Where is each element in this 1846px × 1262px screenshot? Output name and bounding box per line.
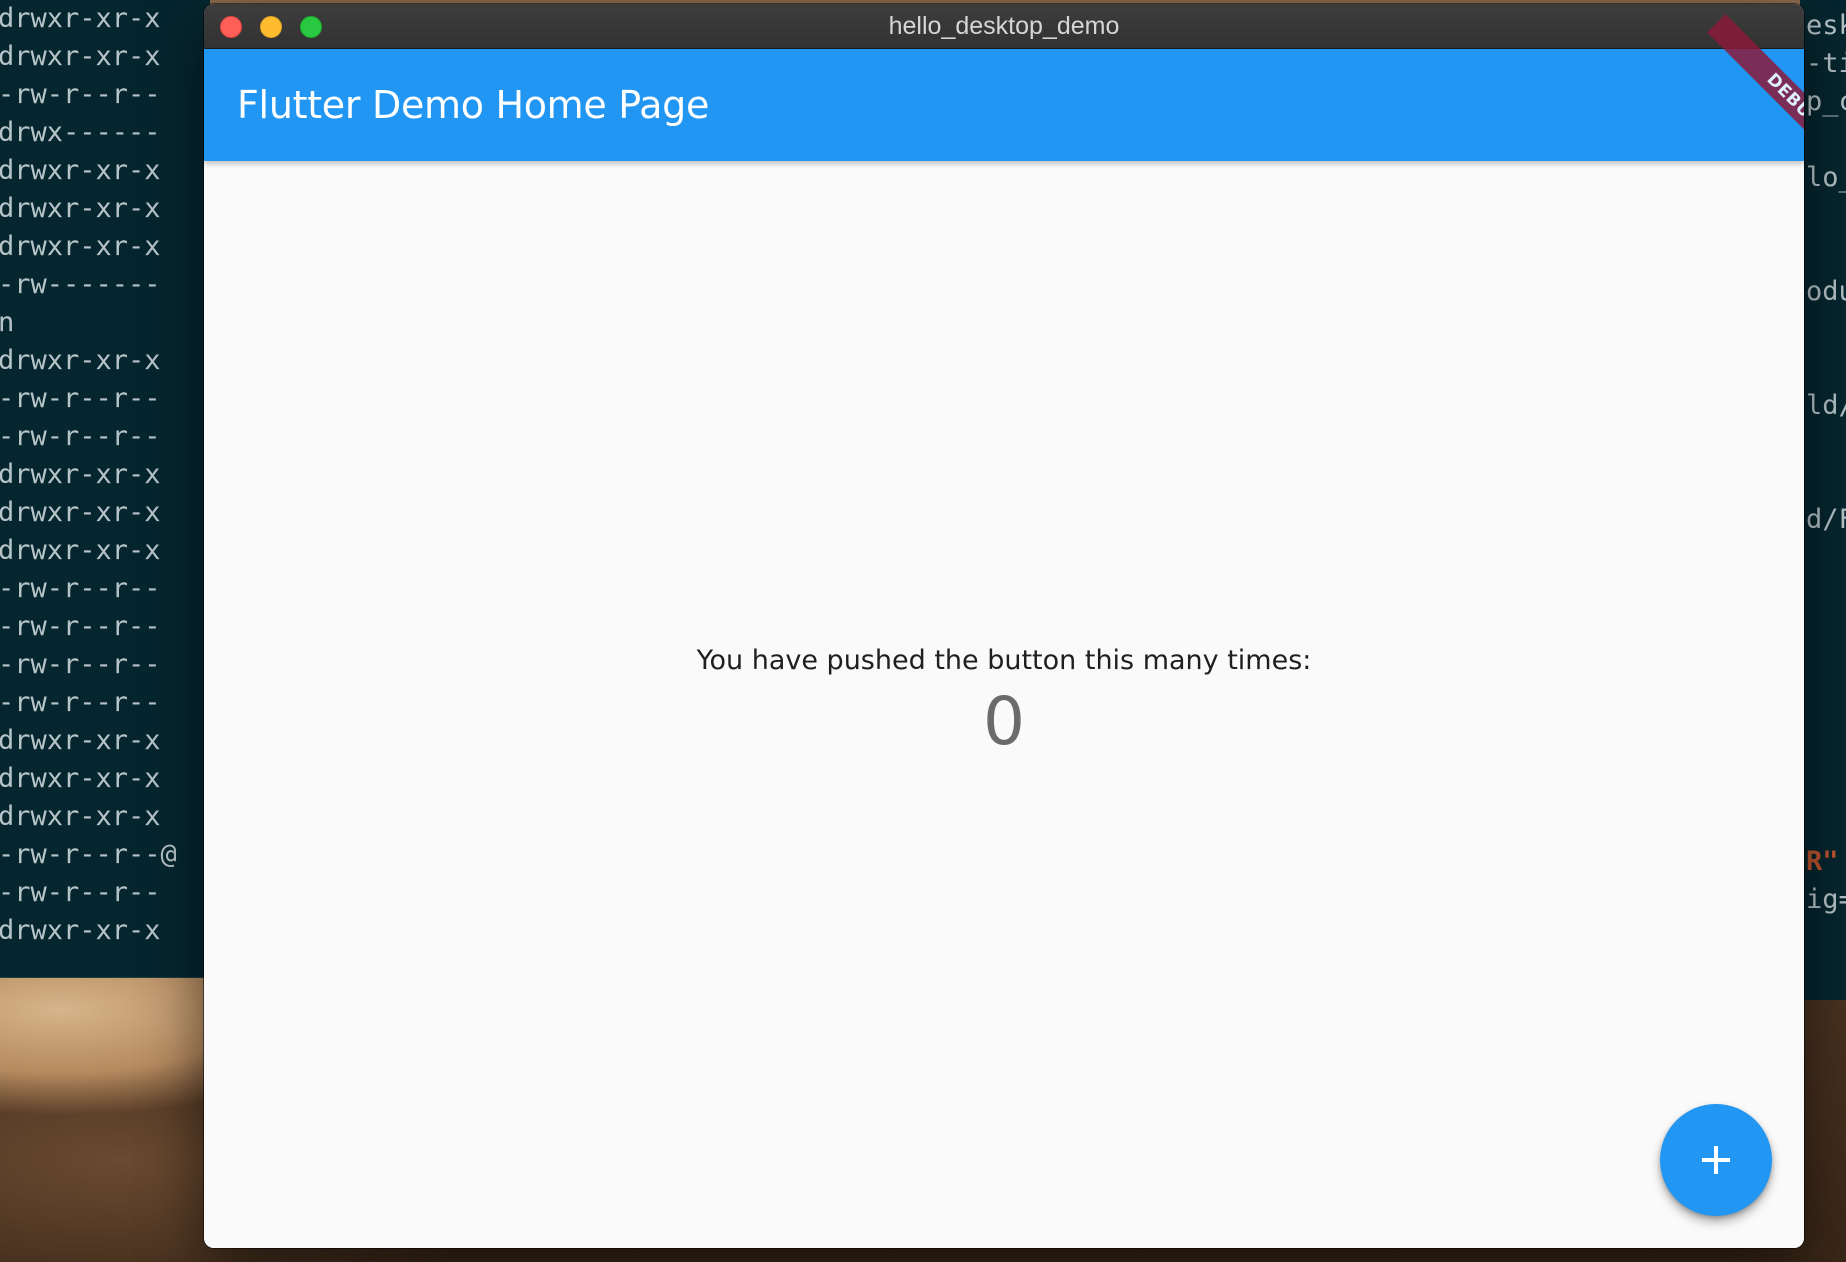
terminal-fragment: -ti [1806,48,1846,79]
terminal-line: -rw-r--r-- [0,573,161,604]
terminal-line: drwxr-xr-x [0,345,161,376]
terminal-line: -rw-r--r-- [0,383,161,414]
terminal-line: drwxr-xr-x [0,231,161,262]
terminal-fragment: lo_ [1806,162,1846,193]
terminal-line: drwxr-xr-x [0,41,161,72]
terminal-line: -rw-r--r-- [0,687,161,718]
terminal-output: drwxr-xr-x drwxr-xr-x -rw-r--r-- drwx---… [0,0,210,950]
terminal-line: drwxr-xr-x [0,3,161,34]
terminal-line: -rw-r--r-- [0,79,161,110]
terminal-line: drwxr-xr-x [0,725,161,756]
terminal-line: -rw-r--r-- [0,877,161,908]
terminal-line: drwxr-xr-x [0,193,161,224]
terminal-line: drwxr-xr-x [0,801,161,832]
add-icon [1702,1146,1730,1174]
terminal-fragment: ld/ [1806,390,1846,421]
terminal-window-left: drwxr-xr-x drwxr-xr-x -rw-r--r-- drwx---… [0,0,210,978]
terminal-line: drwxr-xr-x [0,459,161,490]
terminal-line: -rw-r--r-- [0,421,161,452]
window-title: hello_desktop_demo [888,12,1120,40]
terminal-fragment: p_c [1806,86,1846,117]
terminal-line: drwxr-xr-x [0,915,161,946]
terminal-fragment: R" [1806,846,1839,877]
terminal-line: drwxr-xr-x [0,497,161,528]
counter-message: You have pushed the button this many tim… [696,645,1312,676]
page-body: You have pushed the button this many tim… [204,161,1804,1248]
window-title-bar[interactable]: hello_desktop_demo [204,4,1804,49]
app-bar: Flutter Demo Home Page [204,49,1804,161]
terminal-line: n [0,304,210,342]
increment-button[interactable] [1660,1104,1772,1216]
terminal-line: -rw-r--r-- [0,611,161,642]
terminal-fragment: esk [1806,10,1846,41]
terminal-line: drwxr-xr-x [0,535,161,566]
terminal-fragment: ig= [1806,884,1846,915]
terminal-line: -rw-r--r--@ [0,839,177,870]
terminal-line: -rw------- [0,269,161,300]
terminal-line: drwxr-xr-x [0,763,161,794]
terminal-fragment: odu [1806,276,1846,307]
terminal-window-right: esk -ti p_c lo_ odu ld/ d/F R" ig= [1800,0,1846,1000]
terminal-line: -rw-r--r-- [0,649,161,680]
counter-value: 0 [983,683,1025,760]
terminal-fragment: d/F [1806,504,1846,535]
terminal-line: drwx------ [0,117,161,148]
terminal-line: drwxr-xr-x [0,155,161,186]
page-title: Flutter Demo Home Page [237,83,710,127]
app-window: hello_desktop_demo Flutter Demo Home Pag… [204,4,1804,1248]
